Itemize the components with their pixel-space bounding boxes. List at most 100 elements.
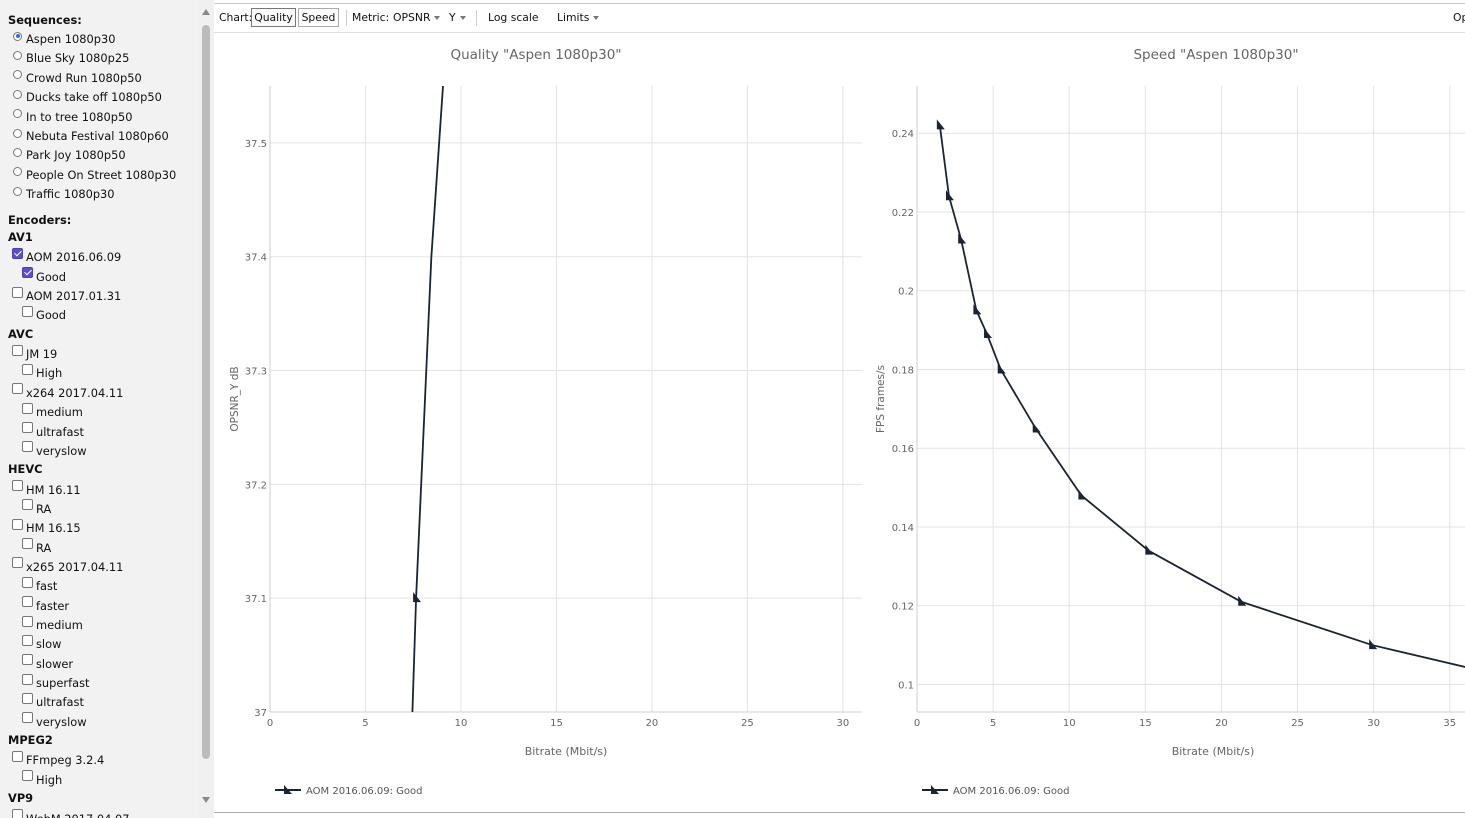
sidebar-scrollbar[interactable] [199, 0, 214, 818]
preset-checkbox-label: veryslow [36, 443, 87, 458]
checkbox[interactable] [22, 770, 33, 782]
preset-checkbox[interactable]: RA [22, 538, 51, 556]
encoder-checkbox[interactable]: AOM 2016.06.09 [12, 247, 122, 265]
checkbox[interactable] [22, 499, 33, 511]
x-tick-label: 25 [741, 718, 754, 729]
sequence-option[interactable]: Aspen 1080p30 [13, 31, 116, 47]
preset-checkbox[interactable]: ultrafast [22, 422, 84, 440]
preset-checkbox[interactable]: veryslow [22, 441, 87, 459]
radio-button[interactable] [13, 186, 22, 196]
sequence-option-label: Park Joy 1080p50 [26, 148, 126, 163]
preset-checkbox[interactable]: medium [22, 615, 83, 633]
preset-checkbox-label: Good [36, 308, 66, 323]
preset-checkbox-label: slow [36, 637, 62, 652]
radio-button[interactable] [13, 89, 22, 99]
radio-button[interactable] [13, 167, 22, 177]
sequence-option[interactable]: Crowd Run 1080p50 [13, 70, 142, 86]
checkbox[interactable] [22, 673, 33, 685]
checkbox[interactable] [22, 305, 33, 317]
y-axis-label: OPSNR_Y dB [229, 366, 241, 431]
speed-chart-button[interactable]: Speed [298, 8, 339, 27]
checkbox[interactable] [22, 576, 33, 588]
sequence-option[interactable]: Park Joy 1080p50 [13, 147, 126, 163]
checkbox[interactable] [12, 383, 23, 395]
radio-button[interactable] [13, 128, 22, 138]
encoder-group-heading: AVC [8, 326, 34, 341]
encoder-checkbox-label: WebM 2017.04.07 [26, 812, 130, 818]
scroll-thumb[interactable] [202, 25, 210, 759]
preset-checkbox[interactable]: Good [22, 267, 66, 285]
checkbox[interactable] [22, 363, 33, 375]
sequence-option[interactable]: Blue Sky 1080p25 [13, 50, 129, 66]
encoder-checkbox-label: AOM 2016.06.09 [26, 250, 122, 265]
preset-checkbox[interactable]: superfast [22, 673, 89, 691]
sequence-option[interactable]: People On Street 1080p30 [13, 167, 176, 183]
radio-button[interactable] [13, 31, 22, 41]
radio-button[interactable] [13, 70, 22, 80]
encoder-checkbox[interactable]: HM 16.11 [12, 480, 81, 498]
bottom-border [214, 812, 1465, 813]
encoder-checkbox-label: HM 16.15 [26, 521, 81, 536]
encoder-checkbox[interactable]: JM 19 [12, 344, 57, 362]
metric-dropdown[interactable]: OPSNR [393, 11, 441, 24]
preset-checkbox[interactable]: medium [22, 402, 83, 420]
encoder-checkbox[interactable]: AOM 2017.01.31 [12, 286, 121, 304]
preset-checkbox[interactable]: High [22, 770, 62, 788]
metric-label: Metric: [352, 11, 390, 24]
sequence-option[interactable]: Nebuta Festival 1080p60 [13, 128, 169, 144]
chart-title: Quality "Aspen 1080p30" [450, 47, 621, 63]
checkbox[interactable] [22, 615, 33, 627]
sequence-option[interactable]: Ducks take off 1080p50 [13, 89, 162, 105]
log-scale-toggle[interactable]: Log scale [488, 11, 539, 24]
radio-button[interactable] [13, 50, 22, 60]
component-dropdown[interactable]: Y [449, 11, 466, 24]
radio-button[interactable] [13, 109, 22, 119]
sequence-option[interactable]: Traffic 1080p30 [13, 186, 115, 202]
options-menu[interactable]: Op [1453, 11, 1465, 24]
checkbox[interactable] [12, 344, 23, 356]
checkbox[interactable] [12, 247, 23, 259]
x-tick-label: 35 [1443, 718, 1456, 729]
scroll-down-arrow-icon[interactable] [202, 797, 210, 803]
preset-checkbox[interactable]: veryslow [22, 712, 87, 730]
checkbox[interactable] [22, 267, 33, 279]
x-tick-label: 5 [990, 718, 996, 729]
y-tick-label: 0.24 [892, 129, 914, 140]
checkbox[interactable] [22, 538, 33, 550]
checkbox[interactable] [22, 422, 33, 433]
encoder-checkbox[interactable]: FFmpeg 3.2.4 [12, 750, 104, 768]
checkbox[interactable] [22, 634, 33, 646]
preset-checkbox[interactable]: ultrafast [22, 692, 84, 710]
quality-chart-button[interactable]: Quality [251, 8, 296, 27]
preset-checkbox[interactable]: High [22, 363, 62, 381]
checkbox[interactable] [12, 286, 23, 298]
encoder-checkbox[interactable]: WebM 2017.04.07 [12, 809, 130, 818]
radio-button[interactable] [13, 147, 22, 157]
checkbox[interactable] [22, 441, 33, 453]
preset-checkbox[interactable]: Good [22, 305, 66, 323]
scroll-up-arrow-icon[interactable] [202, 9, 210, 15]
encoder-checkbox[interactable]: x265 2017.04.11 [12, 557, 123, 575]
checkbox[interactable] [22, 692, 33, 704]
preset-checkbox[interactable]: fast [22, 576, 57, 594]
preset-checkbox[interactable]: RA [22, 499, 51, 517]
checkbox[interactable] [12, 518, 23, 530]
encoder-checkbox[interactable]: x264 2017.04.11 [12, 383, 123, 401]
checkbox[interactable] [12, 809, 23, 818]
sequence-option[interactable]: In to tree 1080p50 [13, 109, 133, 125]
checkbox[interactable] [12, 750, 23, 762]
checkbox[interactable] [12, 480, 23, 492]
limits-dropdown[interactable]: Limits [557, 11, 600, 24]
x-tick-label: 0 [267, 718, 273, 729]
checkbox[interactable] [22, 596, 33, 608]
preset-checkbox[interactable]: slow [22, 634, 62, 652]
preset-checkbox[interactable]: faster [22, 596, 69, 614]
preset-checkbox[interactable]: slower [22, 654, 73, 672]
checkbox[interactable] [22, 654, 33, 666]
encoder-checkbox[interactable]: HM 16.15 [12, 518, 81, 536]
sequence-option-label: Blue Sky 1080p25 [26, 51, 130, 66]
checkbox[interactable] [12, 557, 23, 569]
checkbox[interactable] [22, 712, 33, 724]
checkbox[interactable] [22, 402, 33, 414]
chart-title: Speed "Aspen 1080p30" [1133, 47, 1298, 63]
